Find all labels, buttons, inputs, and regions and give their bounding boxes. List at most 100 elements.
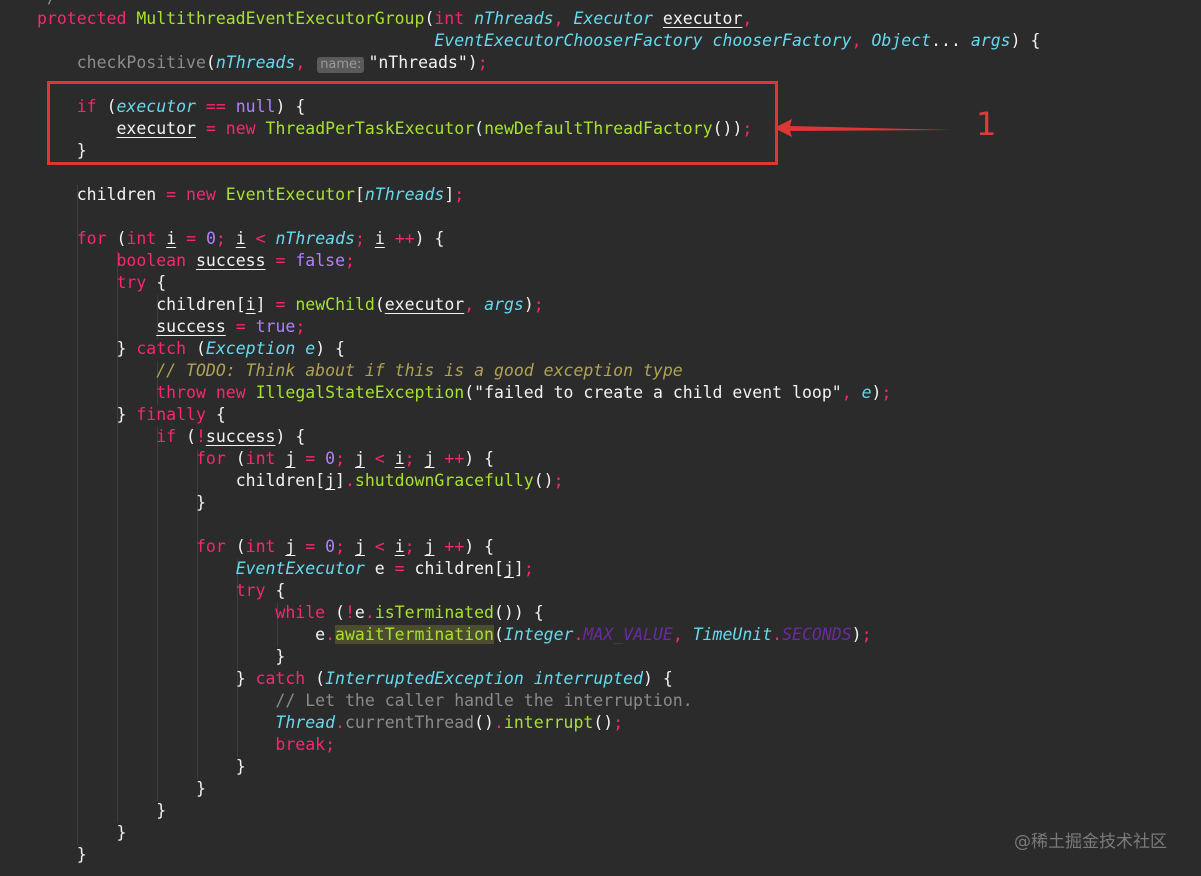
method-call: interrupt [503, 713, 594, 732]
keyword: try [116, 273, 147, 292]
code-line: } catch (Exception e) { [116, 339, 345, 358]
code-line: } [195, 493, 206, 512]
method-call: isTerminated [374, 603, 494, 622]
keyword: new [215, 383, 246, 402]
code-line: success = true; [156, 317, 306, 336]
constructor-name: MultithreadEventExecutorGroup [136, 9, 425, 28]
code-line: break; [275, 735, 336, 754]
keyword: for [195, 449, 226, 468]
code-line: Thread.currentThread().interrupt(); [275, 713, 624, 732]
variable: children [76, 185, 157, 204]
code-line: try { [235, 581, 286, 600]
variable: nThreads [364, 185, 445, 204]
code-line: } [235, 757, 246, 776]
number: 0 [205, 229, 216, 248]
keyword: int [245, 537, 276, 556]
code-line: // Let the caller handle the interruptio… [37, 690, 693, 712]
type: Integer [503, 625, 574, 644]
variable: executor [384, 295, 465, 314]
highlighted-method-call: awaitTermination [335, 625, 494, 644]
code-line: for (int j = 0; j < i; j ++) { [195, 537, 495, 556]
keyword: catch [136, 339, 187, 358]
code-line: for (int j = 0; j < i; j ++) { [195, 449, 495, 468]
parameter: chooserFactory [712, 31, 852, 50]
variable: success [205, 427, 276, 446]
annotation-arrow-icon [774, 119, 952, 137]
keyword: boolean [116, 251, 187, 270]
parameter: e [305, 339, 316, 358]
code-line: } [195, 779, 206, 798]
type: Executor [573, 9, 653, 28]
number: 0 [325, 537, 336, 556]
code-line: protected MultithreadEventExecutorGroup(… [37, 9, 753, 28]
variable: e [861, 383, 872, 402]
code-line: checkPositive(nThreads, name: "nThreads")… [76, 53, 488, 73]
code-editor[interactable]: */ protected MultithreadEventExecutorGro… [0, 0, 1201, 876]
type: TimeUnit [692, 625, 773, 644]
variable: i [235, 229, 246, 248]
code-line: e.awaitTermination(Integer.MAX_VALUE, Ti… [315, 625, 872, 644]
annotation-number: 1 [976, 105, 997, 143]
comment: // Let the caller handle the interruptio… [275, 691, 693, 710]
variable: nThreads [215, 53, 296, 72]
variable: i [394, 449, 405, 468]
keyword: int [126, 229, 157, 248]
keyword: try [235, 581, 266, 600]
literal: false [295, 251, 345, 270]
parameter-hint: name: [317, 57, 365, 73]
variable: i [245, 295, 256, 314]
variable: j [325, 471, 336, 490]
code-line: // TODO: Think about if this is a good e… [37, 360, 683, 382]
variable: j [354, 537, 365, 556]
variable: e [354, 603, 365, 622]
code-line: } catch (InterruptedException interrupte… [235, 669, 673, 688]
variable: j [424, 449, 435, 468]
variable: e [315, 625, 326, 644]
variable: success [156, 317, 226, 336]
code-line: boolean success = false; [116, 251, 355, 270]
code-line: children[i] = newChild(executor, args); [156, 295, 544, 314]
parameter: args [970, 31, 1011, 50]
method-call: newChild [295, 295, 375, 314]
code-line: children[j].shutdownGracefully(); [235, 471, 564, 490]
method-call: shutdownGracefully [354, 471, 534, 490]
keyword: if [156, 427, 177, 446]
code-line: for (int i = 0; i < nThreads; i ++) { [76, 229, 445, 248]
variable: children [156, 295, 236, 314]
code-line: } [156, 801, 167, 820]
watermark: @稀土掘金技术社区 [1014, 832, 1167, 852]
string-literal: "failed to create a child event loop" [474, 383, 842, 402]
variable: args [484, 295, 524, 314]
variable: j [503, 559, 514, 578]
keyword: throw [156, 383, 206, 402]
type: Exception [205, 339, 296, 358]
code-line: throw new IllegalStateException("failed … [156, 383, 892, 402]
class-name: EventExecutor [225, 185, 355, 204]
variable: j [285, 449, 296, 468]
variable: j [285, 537, 296, 556]
type: InterruptedException [325, 669, 524, 688]
string-literal: "nThreads" [368, 53, 468, 72]
keyword: for [76, 229, 107, 248]
code-line: } [76, 845, 87, 864]
variable: children [414, 559, 494, 578]
code-line: children = new EventExecutor[nThreads]; [76, 185, 465, 204]
variable: e [374, 559, 385, 578]
code-line: while (!e.isTerminated()) { [275, 603, 544, 622]
type: EventExecutor [235, 559, 365, 578]
parameter: nThreads [474, 9, 554, 28]
method-call: checkPositive [76, 53, 206, 72]
variable: j [354, 449, 365, 468]
variable: nThreads [275, 229, 355, 248]
constant: SECONDS [782, 625, 852, 644]
keyword: finally [136, 405, 206, 424]
annotation-box [47, 81, 778, 165]
code-line: if (!success) { [156, 427, 306, 446]
keyword: new [186, 185, 216, 204]
keyword: protected [37, 9, 127, 28]
literal: true [255, 317, 296, 336]
type: Object [871, 31, 932, 50]
code-line: } finally { [116, 405, 226, 424]
keyword: while [275, 603, 326, 622]
keyword: for [195, 537, 226, 556]
